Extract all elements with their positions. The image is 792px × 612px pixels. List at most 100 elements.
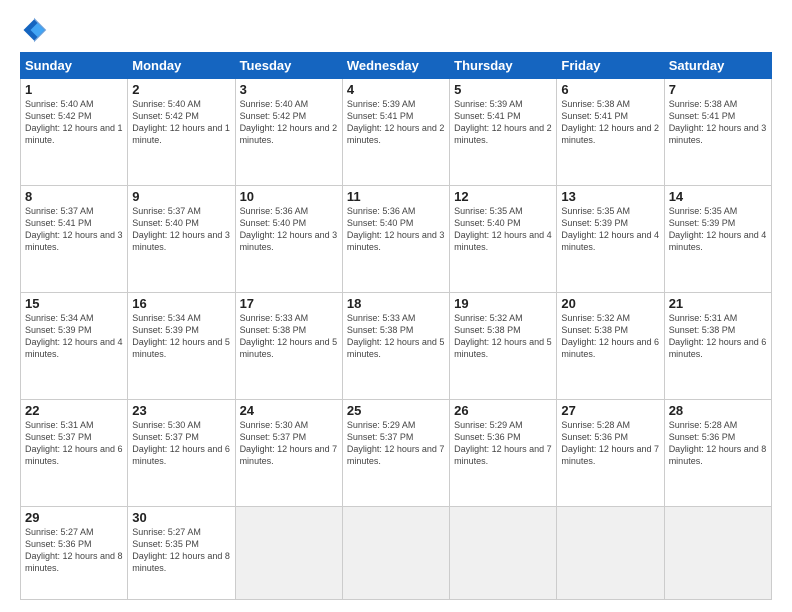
calendar-cell: [450, 506, 557, 599]
calendar-cell: 14Sunrise: 5:35 AM Sunset: 5:39 PM Dayli…: [664, 185, 771, 292]
page: SundayMondayTuesdayWednesdayThursdayFrid…: [0, 0, 792, 612]
logo-icon: [20, 16, 48, 44]
day-number: 16: [132, 296, 230, 311]
calendar-cell: 29Sunrise: 5:27 AM Sunset: 5:36 PM Dayli…: [21, 506, 128, 599]
day-info: Sunrise: 5:37 AM Sunset: 5:41 PM Dayligh…: [25, 205, 123, 254]
day-number: 8: [25, 189, 123, 204]
calendar-cell: 27Sunrise: 5:28 AM Sunset: 5:36 PM Dayli…: [557, 399, 664, 506]
day-info: Sunrise: 5:39 AM Sunset: 5:41 PM Dayligh…: [347, 98, 445, 147]
day-info: Sunrise: 5:40 AM Sunset: 5:42 PM Dayligh…: [240, 98, 338, 147]
day-number: 27: [561, 403, 659, 418]
day-number: 19: [454, 296, 552, 311]
day-info: Sunrise: 5:36 AM Sunset: 5:40 PM Dayligh…: [347, 205, 445, 254]
day-number: 4: [347, 82, 445, 97]
calendar-cell: 28Sunrise: 5:28 AM Sunset: 5:36 PM Dayli…: [664, 399, 771, 506]
logo: [20, 16, 52, 44]
calendar-cell: [664, 506, 771, 599]
day-number: 26: [454, 403, 552, 418]
day-info: Sunrise: 5:27 AM Sunset: 5:36 PM Dayligh…: [25, 526, 123, 575]
calendar-cell: 21Sunrise: 5:31 AM Sunset: 5:38 PM Dayli…: [664, 292, 771, 399]
day-number: 1: [25, 82, 123, 97]
calendar-cell: 18Sunrise: 5:33 AM Sunset: 5:38 PM Dayli…: [342, 292, 449, 399]
day-number: 25: [347, 403, 445, 418]
day-number: 3: [240, 82, 338, 97]
day-info: Sunrise: 5:32 AM Sunset: 5:38 PM Dayligh…: [561, 312, 659, 361]
day-info: Sunrise: 5:35 AM Sunset: 5:39 PM Dayligh…: [561, 205, 659, 254]
calendar-cell: 20Sunrise: 5:32 AM Sunset: 5:38 PM Dayli…: [557, 292, 664, 399]
day-info: Sunrise: 5:37 AM Sunset: 5:40 PM Dayligh…: [132, 205, 230, 254]
day-number: 22: [25, 403, 123, 418]
day-number: 14: [669, 189, 767, 204]
calendar-cell: 3Sunrise: 5:40 AM Sunset: 5:42 PM Daylig…: [235, 79, 342, 186]
day-info: Sunrise: 5:35 AM Sunset: 5:39 PM Dayligh…: [669, 205, 767, 254]
day-info: Sunrise: 5:35 AM Sunset: 5:40 PM Dayligh…: [454, 205, 552, 254]
calendar-cell: 4Sunrise: 5:39 AM Sunset: 5:41 PM Daylig…: [342, 79, 449, 186]
day-header-wednesday: Wednesday: [342, 53, 449, 79]
day-info: Sunrise: 5:34 AM Sunset: 5:39 PM Dayligh…: [132, 312, 230, 361]
day-info: Sunrise: 5:30 AM Sunset: 5:37 PM Dayligh…: [132, 419, 230, 468]
day-info: Sunrise: 5:36 AM Sunset: 5:40 PM Dayligh…: [240, 205, 338, 254]
day-number: 21: [669, 296, 767, 311]
day-header-tuesday: Tuesday: [235, 53, 342, 79]
day-header-monday: Monday: [128, 53, 235, 79]
day-header-thursday: Thursday: [450, 53, 557, 79]
day-number: 17: [240, 296, 338, 311]
calendar-cell: 25Sunrise: 5:29 AM Sunset: 5:37 PM Dayli…: [342, 399, 449, 506]
calendar-cell: 15Sunrise: 5:34 AM Sunset: 5:39 PM Dayli…: [21, 292, 128, 399]
calendar-cell: 8Sunrise: 5:37 AM Sunset: 5:41 PM Daylig…: [21, 185, 128, 292]
calendar-cell: 30Sunrise: 5:27 AM Sunset: 5:35 PM Dayli…: [128, 506, 235, 599]
day-info: Sunrise: 5:40 AM Sunset: 5:42 PM Dayligh…: [25, 98, 123, 147]
calendar-cell: 10Sunrise: 5:36 AM Sunset: 5:40 PM Dayli…: [235, 185, 342, 292]
calendar-cell: [235, 506, 342, 599]
day-info: Sunrise: 5:29 AM Sunset: 5:36 PM Dayligh…: [454, 419, 552, 468]
calendar-cell: 16Sunrise: 5:34 AM Sunset: 5:39 PM Dayli…: [128, 292, 235, 399]
day-info: Sunrise: 5:28 AM Sunset: 5:36 PM Dayligh…: [669, 419, 767, 468]
day-header-sunday: Sunday: [21, 53, 128, 79]
calendar-cell: 7Sunrise: 5:38 AM Sunset: 5:41 PM Daylig…: [664, 79, 771, 186]
day-info: Sunrise: 5:40 AM Sunset: 5:42 PM Dayligh…: [132, 98, 230, 147]
day-number: 15: [25, 296, 123, 311]
day-header-saturday: Saturday: [664, 53, 771, 79]
day-number: 23: [132, 403, 230, 418]
calendar-cell: 6Sunrise: 5:38 AM Sunset: 5:41 PM Daylig…: [557, 79, 664, 186]
calendar-cell: 2Sunrise: 5:40 AM Sunset: 5:42 PM Daylig…: [128, 79, 235, 186]
day-number: 24: [240, 403, 338, 418]
day-number: 11: [347, 189, 445, 204]
calendar-cell: 12Sunrise: 5:35 AM Sunset: 5:40 PM Dayli…: [450, 185, 557, 292]
calendar-cell: 13Sunrise: 5:35 AM Sunset: 5:39 PM Dayli…: [557, 185, 664, 292]
day-info: Sunrise: 5:33 AM Sunset: 5:38 PM Dayligh…: [347, 312, 445, 361]
day-info: Sunrise: 5:31 AM Sunset: 5:38 PM Dayligh…: [669, 312, 767, 361]
calendar-cell: 19Sunrise: 5:32 AM Sunset: 5:38 PM Dayli…: [450, 292, 557, 399]
calendar-cell: 17Sunrise: 5:33 AM Sunset: 5:38 PM Dayli…: [235, 292, 342, 399]
calendar-cell: 5Sunrise: 5:39 AM Sunset: 5:41 PM Daylig…: [450, 79, 557, 186]
day-info: Sunrise: 5:33 AM Sunset: 5:38 PM Dayligh…: [240, 312, 338, 361]
day-number: 29: [25, 510, 123, 525]
day-info: Sunrise: 5:31 AM Sunset: 5:37 PM Dayligh…: [25, 419, 123, 468]
day-info: Sunrise: 5:38 AM Sunset: 5:41 PM Dayligh…: [561, 98, 659, 147]
day-info: Sunrise: 5:30 AM Sunset: 5:37 PM Dayligh…: [240, 419, 338, 468]
day-info: Sunrise: 5:38 AM Sunset: 5:41 PM Dayligh…: [669, 98, 767, 147]
day-number: 12: [454, 189, 552, 204]
day-number: 28: [669, 403, 767, 418]
day-number: 30: [132, 510, 230, 525]
calendar-cell: 11Sunrise: 5:36 AM Sunset: 5:40 PM Dayli…: [342, 185, 449, 292]
calendar-cell: 26Sunrise: 5:29 AM Sunset: 5:36 PM Dayli…: [450, 399, 557, 506]
header: [20, 16, 772, 44]
calendar-cell: [342, 506, 449, 599]
day-info: Sunrise: 5:32 AM Sunset: 5:38 PM Dayligh…: [454, 312, 552, 361]
day-number: 6: [561, 82, 659, 97]
calendar-cell: 24Sunrise: 5:30 AM Sunset: 5:37 PM Dayli…: [235, 399, 342, 506]
calendar-cell: [557, 506, 664, 599]
day-info: Sunrise: 5:27 AM Sunset: 5:35 PM Dayligh…: [132, 526, 230, 575]
day-number: 18: [347, 296, 445, 311]
day-number: 20: [561, 296, 659, 311]
calendar-cell: 23Sunrise: 5:30 AM Sunset: 5:37 PM Dayli…: [128, 399, 235, 506]
day-number: 13: [561, 189, 659, 204]
calendar-cell: 22Sunrise: 5:31 AM Sunset: 5:37 PM Dayli…: [21, 399, 128, 506]
day-info: Sunrise: 5:34 AM Sunset: 5:39 PM Dayligh…: [25, 312, 123, 361]
calendar-table: SundayMondayTuesdayWednesdayThursdayFrid…: [20, 52, 772, 600]
day-number: 10: [240, 189, 338, 204]
calendar-cell: 9Sunrise: 5:37 AM Sunset: 5:40 PM Daylig…: [128, 185, 235, 292]
day-number: 9: [132, 189, 230, 204]
day-number: 7: [669, 82, 767, 97]
